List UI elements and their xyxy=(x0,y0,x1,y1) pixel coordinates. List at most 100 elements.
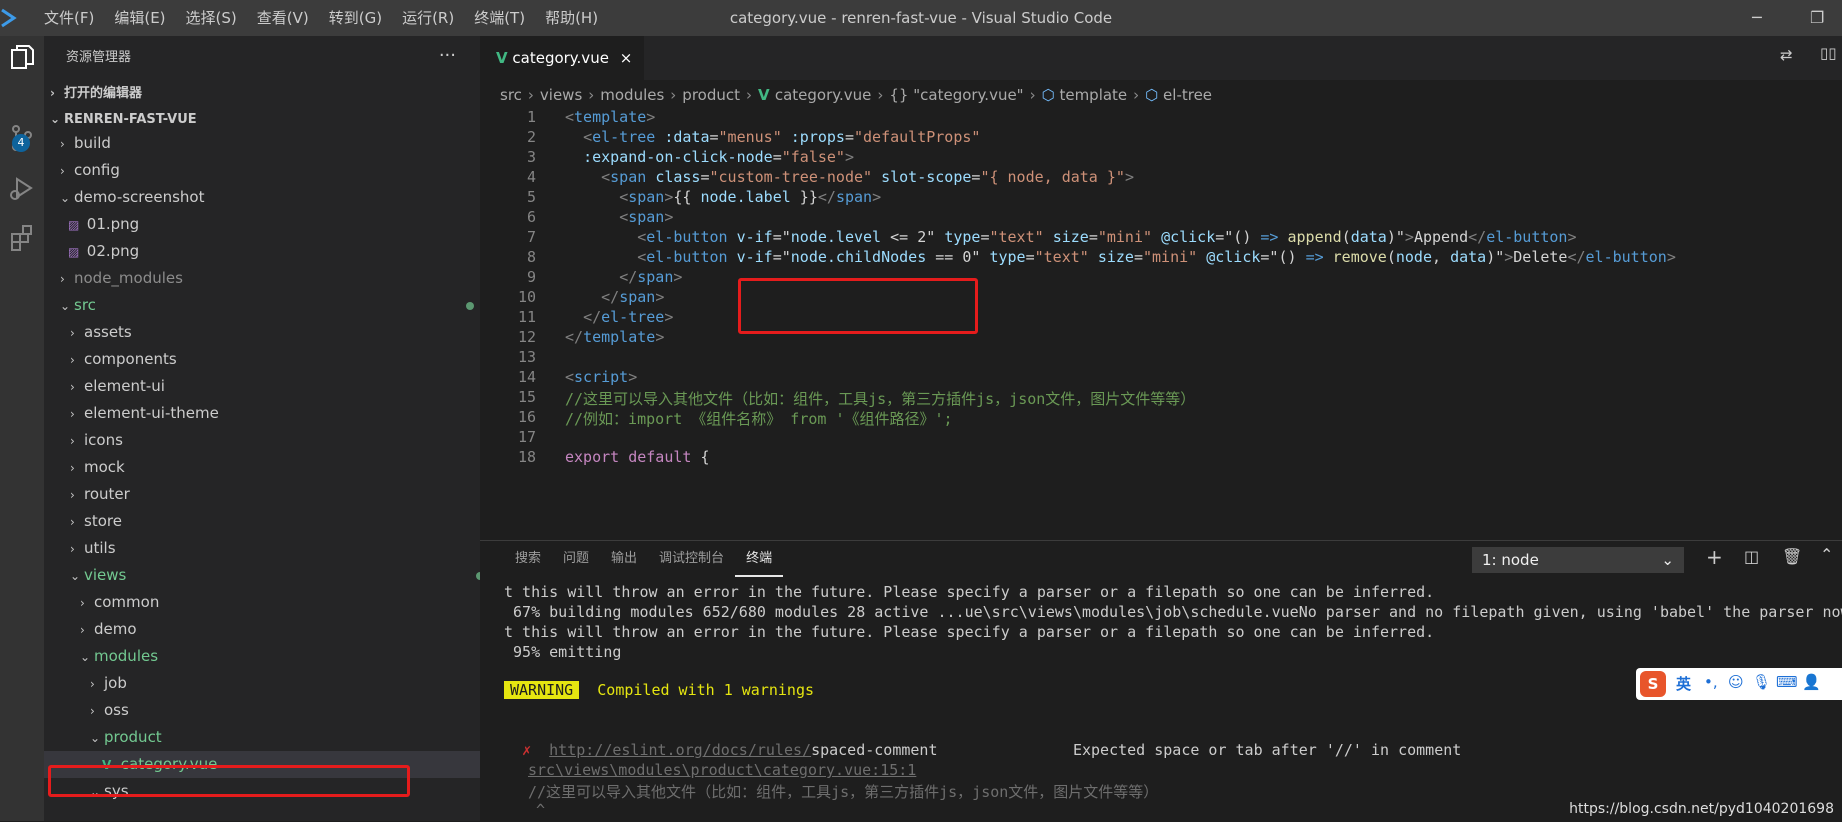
editor-tabs: V category.vue × ⇄ ▯▯ xyxy=(480,36,1842,80)
punctuation-icon[interactable]: •, xyxy=(1704,673,1718,691)
sogou-logo-icon: S xyxy=(1640,671,1666,697)
tab-search[interactable]: 搜索 xyxy=(504,541,552,577)
tree-item-router[interactable]: › router xyxy=(44,481,506,508)
tree-item-src[interactable]: ⌄ src xyxy=(44,292,496,319)
tree-item-demo-screenshot[interactable]: ⌄ demo-screenshot xyxy=(44,184,496,211)
menu-bar: 文件(F) 编辑(E) 选择(S) 查看(V) 转到(G) 运行(R) 终端(T… xyxy=(34,0,608,36)
breadcrumb-module[interactable]: {} "category.vue" xyxy=(889,86,1023,104)
terminal-line: 95% emitting xyxy=(504,643,622,661)
error-file[interactable]: src\views\modules\product\category.vue:1… xyxy=(528,761,916,779)
run-debug-icon[interactable] xyxy=(0,166,44,210)
code-line: </span> xyxy=(601,288,665,306)
tab-debug-console[interactable]: 调试控制台 xyxy=(648,541,735,577)
chevron-right-icon: › xyxy=(70,353,75,367)
tree-item-components[interactable]: › components xyxy=(44,346,506,373)
more-actions-icon[interactable]: ··· xyxy=(439,36,456,76)
split-terminal-icon[interactable]: ◫ xyxy=(1744,547,1759,566)
tree-item-element-ui-theme[interactable]: › element-ui-theme xyxy=(44,400,506,427)
code-line: </el-tree> xyxy=(583,308,674,326)
chevron-right-icon: › xyxy=(90,677,95,691)
chevron-right-icon: › xyxy=(70,434,75,448)
emoji-icon[interactable]: ☺ xyxy=(1728,673,1744,691)
breadcrumb-el-tree[interactable]: el-tree xyxy=(1163,86,1212,104)
explorer-icon[interactable] xyxy=(0,36,44,80)
tree-item-assets[interactable]: › assets xyxy=(44,319,506,346)
close-tab-icon[interactable]: × xyxy=(614,49,633,67)
breadcrumb-template[interactable]: template xyxy=(1059,86,1127,104)
tree-item-store[interactable]: › store xyxy=(44,508,506,535)
tree-item-01-png[interactable]: ▨ 01.png xyxy=(44,211,504,238)
extensions-icon[interactable] xyxy=(0,216,44,260)
code-line: //这里可以导入其他文件（比如：组件，工具js，第三方插件js，json文件，图… xyxy=(565,390,1196,408)
tab-category-vue[interactable]: V category.vue × xyxy=(480,36,644,80)
menu-help[interactable]: 帮助(H) xyxy=(535,0,608,36)
menu-edit[interactable]: 编辑(E) xyxy=(104,0,175,36)
tab-problems[interactable]: 问题 xyxy=(552,541,600,577)
open-editors-section[interactable]: › 打开的编辑器 xyxy=(44,80,486,107)
tree-item-build[interactable]: › build xyxy=(44,130,496,157)
tree-item-job[interactable]: › job xyxy=(44,670,526,697)
chevron-right-icon: › xyxy=(70,326,75,340)
breadcrumb-src[interactable]: src xyxy=(500,86,522,104)
tree-item-mock[interactable]: › mock xyxy=(44,454,506,481)
eslint-link[interactable]: http://eslint.org/docs/rules/ xyxy=(549,741,811,759)
minimize-icon[interactable]: ─ xyxy=(1752,8,1762,27)
tree-item-modules[interactable]: ⌄ modules xyxy=(44,643,516,670)
menu-terminal[interactable]: 终端(T) xyxy=(464,0,535,36)
chevron-right-icon: › xyxy=(70,407,75,421)
tree-item-02-png[interactable]: ▨ 02.png xyxy=(44,238,504,265)
line-number: 10 xyxy=(517,288,536,306)
terminal-warning: WARNING Compiled with 1 warnings xyxy=(504,681,814,699)
user-icon[interactable]: 👤 xyxy=(1802,673,1821,691)
breadcrumb-modules[interactable]: modules xyxy=(600,86,664,104)
tree-item-icons[interactable]: › icons xyxy=(44,427,506,454)
chevron-down-icon: ⌄ xyxy=(80,650,91,664)
line-number: 3 xyxy=(526,148,536,166)
open-changes-icon[interactable]: ⇄ xyxy=(1780,46,1793,64)
code-line: <script> xyxy=(565,368,638,386)
menu-view[interactable]: 查看(V) xyxy=(247,0,319,36)
ime-toolbar[interactable]: S 英 •, ☺ 🎙 ⌨ 👤 xyxy=(1636,668,1842,700)
menu-run[interactable]: 运行(R) xyxy=(392,0,464,36)
tree-item-node-modules[interactable]: › node_modules xyxy=(44,265,496,292)
v-if-highlight xyxy=(738,278,978,334)
ime-lang[interactable]: 英 xyxy=(1676,673,1691,694)
terminal-line: 67% building modules 652/680 modules 28 … xyxy=(504,603,1842,621)
tree-item-common[interactable]: › common xyxy=(44,589,516,616)
restore-icon[interactable]: ❐ xyxy=(1810,8,1824,27)
chevron-right-icon: › xyxy=(50,86,55,100)
keyboard-icon[interactable]: ⌨ xyxy=(1776,673,1798,691)
line-number: 4 xyxy=(526,168,536,186)
terminal-line: t this will throw an error in the future… xyxy=(504,623,1435,641)
tab-output[interactable]: 输出 xyxy=(600,541,648,577)
tree-item-demo[interactable]: › demo xyxy=(44,616,516,643)
menu-file[interactable]: 文件(F) xyxy=(34,0,104,36)
line-number: 7 xyxy=(526,228,536,246)
tree-item-product[interactable]: ⌄ product xyxy=(44,724,526,751)
tree-item-oss[interactable]: › oss xyxy=(44,697,526,724)
new-terminal-icon[interactable]: + xyxy=(1706,545,1723,569)
editor-group: V category.vue × ⇄ ▯▯ src › views › modules ›… xyxy=(480,36,1842,540)
chevron-down-icon: ⌄ xyxy=(70,569,81,583)
chevron-up-icon[interactable]: ⌃ xyxy=(1820,545,1833,564)
tree-item-config[interactable]: › config xyxy=(44,157,496,184)
menu-go[interactable]: 转到(G) xyxy=(319,0,392,36)
breadcrumb: src › views › modules › product › V category.vue… xyxy=(500,86,1213,104)
project-section[interactable]: ⌄ RENREN-FAST-VUE xyxy=(44,106,486,133)
chevron-right-icon: › xyxy=(90,704,95,718)
breadcrumb-views[interactable]: views xyxy=(540,86,582,104)
split-editor-icon[interactable]: ▯▯ xyxy=(1820,44,1837,62)
breadcrumb-product[interactable]: product xyxy=(682,86,740,104)
image-file-icon: ▨ xyxy=(68,245,80,259)
tree-item-utils[interactable]: › utils xyxy=(44,535,506,562)
activity-bar: 4 xyxy=(0,36,44,821)
terminal-select[interactable]: 1: node ⌄ xyxy=(1472,547,1684,573)
tab-terminal[interactable]: 终端 xyxy=(735,541,784,577)
breadcrumb-file[interactable]: category.vue xyxy=(775,86,872,104)
microphone-icon[interactable]: 🎙 xyxy=(1752,673,1771,691)
chevron-down-icon: ⌄ xyxy=(60,299,71,313)
menu-selection[interactable]: 选择(S) xyxy=(176,0,247,36)
tree-item-element-ui[interactable]: › element-ui xyxy=(44,373,506,400)
tree-item-views[interactable]: ⌄ views xyxy=(44,562,506,589)
trash-icon[interactable]: 🗑 xyxy=(1782,547,1802,566)
